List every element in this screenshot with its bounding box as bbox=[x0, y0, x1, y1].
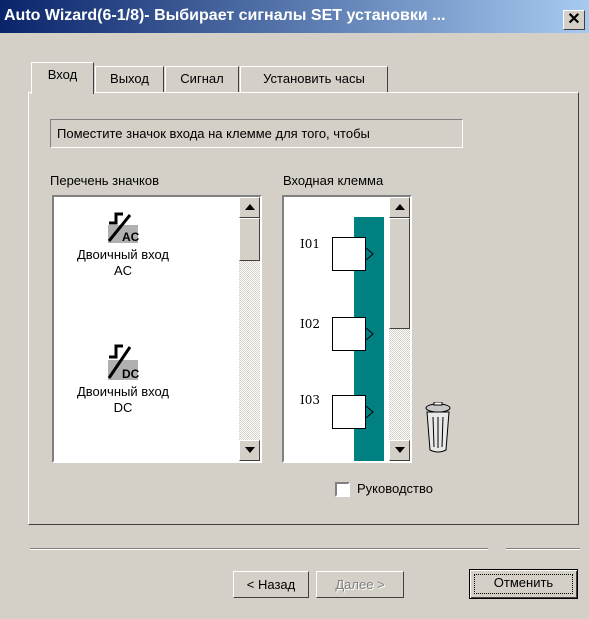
tab-output[interactable]: Выход bbox=[95, 66, 164, 92]
window-title: Auto Wizard(6-1/8)- Выбирает сигналы SET… bbox=[4, 7, 446, 24]
info-text: Поместите значок входа на клемме для тог… bbox=[50, 119, 463, 148]
terminal-pointer-icon bbox=[366, 328, 374, 340]
terminal-pointer-icon bbox=[366, 248, 374, 260]
svg-text:DC: DC bbox=[122, 367, 140, 380]
title-bar[interactable]: Auto Wizard(6-1/8)- Выбирает сигналы SET… bbox=[0, 0, 589, 33]
binary-input-ac-icon: AC bbox=[106, 211, 140, 243]
arrow-up-icon bbox=[395, 204, 405, 210]
scroll-thumb[interactable] bbox=[239, 218, 260, 261]
scroll-up-button[interactable] bbox=[239, 197, 260, 218]
list-item-sublabel: DC bbox=[113, 400, 133, 415]
arrow-down-icon bbox=[395, 447, 405, 453]
manual-checkbox[interactable] bbox=[335, 482, 350, 497]
list-item-label: Двоичный вход bbox=[76, 247, 169, 262]
tab-input[interactable]: Вход bbox=[31, 62, 94, 94]
icon-list-header: Перечень значков bbox=[50, 173, 159, 188]
cancel-button-label: Отменить bbox=[474, 574, 573, 594]
scroll-down-button[interactable] bbox=[389, 440, 410, 461]
scroll-down-button[interactable] bbox=[239, 440, 260, 461]
terminal-list[interactable]: I01 I02 I03 bbox=[282, 195, 412, 463]
terminal-slot[interactable] bbox=[332, 395, 366, 429]
footer-divider bbox=[30, 548, 488, 550]
trash-icon[interactable] bbox=[424, 402, 452, 454]
icon-list[interactable]: AC Двоичный вход AC DC Двоичный вход DC bbox=[52, 195, 262, 463]
tab-set-clock[interactable]: Установить часы bbox=[240, 66, 388, 92]
terminal-list-scrollbar[interactable] bbox=[389, 197, 410, 461]
next-button[interactable]: Далее > bbox=[316, 571, 404, 598]
svg-text:AC: AC bbox=[122, 230, 140, 243]
wizard-window: Auto Wizard(6-1/8)- Выбирает сигналы SET… bbox=[0, 0, 589, 619]
terminal-pointer-icon bbox=[366, 406, 374, 418]
arrow-down-icon bbox=[245, 447, 255, 453]
terminal-label: I02 bbox=[300, 317, 321, 331]
manual-checkbox-label[interactable]: Руководство bbox=[357, 481, 433, 496]
cancel-button[interactable]: Отменить bbox=[469, 569, 578, 599]
list-item-label: Двоичный вход bbox=[76, 384, 169, 399]
scroll-up-button[interactable] bbox=[389, 197, 410, 218]
list-item-sublabel: AC bbox=[113, 263, 133, 278]
list-item-binary-input-ac[interactable]: AC Двоичный вход AC bbox=[58, 211, 188, 279]
terminal-slot[interactable] bbox=[332, 317, 366, 351]
back-button[interactable]: < Назад bbox=[233, 571, 309, 598]
tab-signal[interactable]: Сигнал bbox=[165, 66, 239, 92]
list-item-binary-input-dc[interactable]: DC Двоичный вход DC bbox=[58, 342, 188, 416]
binary-input-dc-icon: DC bbox=[106, 342, 140, 380]
arrow-up-icon bbox=[245, 204, 255, 210]
footer-divider bbox=[506, 548, 580, 550]
close-button[interactable]: ✕ bbox=[563, 10, 585, 30]
close-icon: ✕ bbox=[567, 11, 581, 28]
terminal-list-header: Входная клемма bbox=[283, 173, 384, 188]
scroll-thumb[interactable] bbox=[389, 218, 410, 329]
icon-list-scrollbar[interactable] bbox=[239, 197, 260, 461]
terminal-slot[interactable] bbox=[332, 237, 366, 271]
terminal-label: I03 bbox=[300, 393, 321, 407]
terminal-label: I01 bbox=[300, 237, 321, 251]
